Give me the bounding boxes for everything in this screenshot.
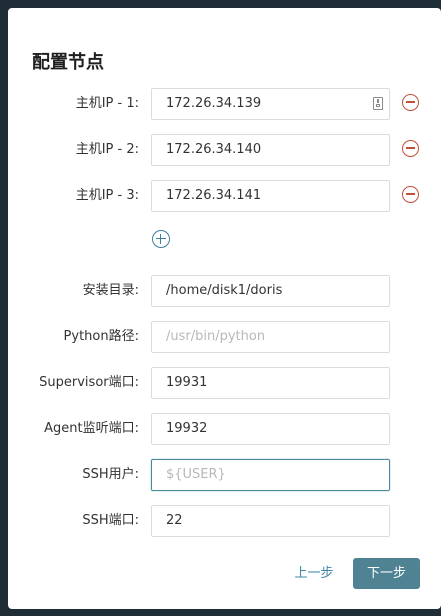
install-dir-label: 安装目录: bbox=[82, 283, 139, 298]
host-ip-3-value: 172.26.34.141 bbox=[166, 188, 262, 203]
host-ip-3-label: 主机IP - 3: bbox=[75, 188, 139, 203]
ssh-user-row: SSH用户: ${USER} bbox=[8, 459, 441, 491]
host-ip-1-label: 主机IP - 1: bbox=[75, 96, 139, 111]
ssh-port-label: SSH端口: bbox=[82, 513, 139, 528]
install-dir-value: /home/disk1/doris bbox=[166, 283, 283, 298]
host-ip-1-input[interactable]: 172.26.34.139 bbox=[151, 88, 390, 120]
supervisor-port-row: Supervisor端口: 19931 bbox=[8, 367, 441, 399]
remove-host-2-icon[interactable] bbox=[402, 140, 419, 157]
autofill-icon[interactable] bbox=[373, 97, 383, 110]
supervisor-port-label: Supervisor端口: bbox=[39, 375, 139, 390]
ssh-user-label: SSH用户: bbox=[82, 467, 139, 482]
host-ip-3-input[interactable]: 172.26.34.141 bbox=[151, 180, 390, 212]
host-ip-1-value: 172.26.34.139 bbox=[166, 96, 262, 111]
python-path-input[interactable]: /usr/bin/python bbox=[151, 321, 390, 353]
ssh-port-input[interactable]: 22 bbox=[151, 505, 390, 537]
install-dir-input[interactable]: /home/disk1/doris bbox=[151, 275, 390, 307]
host-ip-2-label: 主机IP - 2: bbox=[75, 142, 139, 157]
agent-port-row: Agent监听端口: 19932 bbox=[8, 413, 441, 445]
host-row-2: 主机IP - 2: 172.26.34.140 bbox=[8, 134, 441, 166]
add-host-plus-circle-icon[interactable] bbox=[152, 230, 170, 248]
host-ip-2-value: 172.26.34.140 bbox=[166, 142, 262, 157]
remove-host-3-icon[interactable] bbox=[402, 186, 419, 203]
dialog-title: 配置节点 bbox=[32, 52, 104, 73]
install-dir-row: 安装目录: /home/disk1/doris bbox=[8, 275, 441, 307]
remove-host-1-icon[interactable] bbox=[402, 94, 419, 111]
python-path-row: Python路径: /usr/bin/python bbox=[8, 321, 441, 353]
ssh-port-row: SSH端口: 22 bbox=[8, 505, 441, 537]
ssh-user-placeholder: ${USER} bbox=[166, 467, 226, 482]
agent-port-label: Agent监听端口: bbox=[44, 421, 139, 436]
python-path-label: Python路径: bbox=[63, 329, 139, 344]
ssh-port-value: 22 bbox=[166, 513, 183, 528]
previous-step-button[interactable]: 上一步 bbox=[286, 558, 342, 589]
host-row-3: 主机IP - 3: 172.26.34.141 bbox=[8, 180, 441, 212]
next-step-button[interactable]: 下一步 bbox=[353, 558, 420, 589]
supervisor-port-input[interactable]: 19931 bbox=[151, 367, 390, 399]
supervisor-port-value: 19931 bbox=[166, 375, 208, 390]
ssh-user-input[interactable]: ${USER} bbox=[151, 459, 390, 491]
host-row-1: 主机IP - 1: 172.26.34.139 bbox=[8, 88, 441, 120]
agent-port-value: 19932 bbox=[166, 421, 208, 436]
configure-nodes-dialog: 配置节点 主机IP - 1: 172.26.34.139 主机IP - 2: 1… bbox=[8, 8, 441, 609]
agent-port-input[interactable]: 19932 bbox=[151, 413, 390, 445]
python-path-placeholder: /usr/bin/python bbox=[166, 329, 266, 344]
host-ip-2-input[interactable]: 172.26.34.140 bbox=[151, 134, 390, 166]
